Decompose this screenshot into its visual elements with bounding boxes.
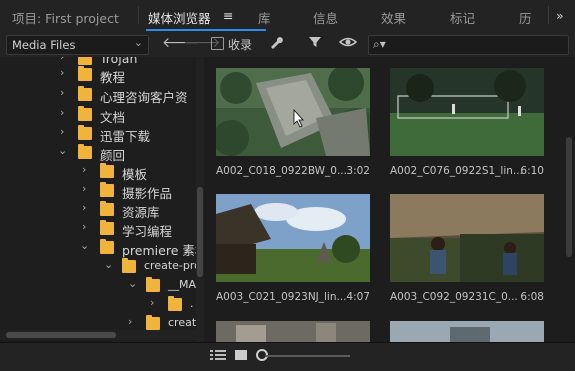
tab-markers[interactable]: 标记 (450, 8, 475, 27)
chevron-down-icon[interactable]: ⌄ (128, 277, 137, 290)
collect-checkbox[interactable] (211, 37, 224, 50)
icon-view-icon[interactable] (234, 349, 248, 364)
chevron-down-icon[interactable]: ⌄ (104, 258, 113, 271)
chevron-right-icon[interactable]: › (60, 86, 64, 99)
tab-effects[interactable]: 效果 (381, 8, 406, 27)
clip-duration: 4:07 (346, 291, 370, 303)
tree-row[interactable]: ⌄ premiere 素材 (0, 238, 204, 258)
folder-icon (100, 239, 114, 254)
search-input[interactable]: ⌕▾ (368, 35, 569, 55)
filter-icon[interactable] (307, 34, 323, 54)
chevron-right-icon[interactable]: › (128, 315, 132, 328)
tree-row-label: creat (168, 316, 197, 329)
tree-row-label: 教程 (100, 70, 126, 85)
chevron-right-icon[interactable]: › (82, 220, 86, 233)
tree-row[interactable]: › 模板 (0, 162, 200, 182)
view-controls-bar (0, 342, 575, 371)
tree-row[interactable]: › 教程 (0, 65, 200, 85)
tree-row-label: 心理咨询客户资 (100, 90, 188, 105)
chevron-right-icon[interactable]: › (82, 163, 86, 176)
clip-name: A002_C076_0922S1_lin... (390, 165, 523, 177)
clip-name: A003_C021_0923NJ_lin... (216, 291, 347, 303)
media-files-dropdown[interactable]: Media Files ⌄ (6, 35, 149, 55)
folder-icon (146, 277, 160, 292)
tab-divider (548, 6, 549, 24)
folder-icon (78, 66, 92, 81)
clip-thumbnail[interactable] (390, 321, 544, 342)
eye-icon[interactable] (338, 34, 358, 54)
tree-row[interactable]: › 资源库 (0, 200, 200, 220)
tab-library[interactable]: 库 (258, 8, 271, 27)
tree-row[interactable]: ⌄ 颜回 (0, 143, 200, 163)
tree-row[interactable]: ⌄ __MA (0, 276, 200, 296)
folder-icon (78, 106, 92, 121)
clip-duration: 6:10 (520, 165, 544, 177)
folder-icon (122, 258, 136, 273)
tree-vertical-scrollbar[interactable] (196, 57, 204, 342)
zoom-slider[interactable] (265, 355, 350, 357)
chevron-right-icon[interactable]: › (82, 201, 86, 214)
tree-row[interactable]: › . (0, 295, 200, 315)
clip-thumbnail[interactable] (213, 65, 376, 156)
media-files-label: Media Files (12, 38, 76, 52)
folder-icon (100, 182, 114, 197)
search-icon: ⌕▾ (373, 37, 386, 51)
folder-icon (78, 86, 92, 101)
tab-history[interactable]: 历 (519, 8, 532, 27)
media-browser-toolbar: Media Files ⌄ 🡐 🡒 收录 ⌕▾ (0, 33, 575, 57)
folder-icon (168, 296, 182, 311)
folder-icon (100, 201, 114, 216)
folder-icon (146, 315, 160, 330)
clip-duration: 3:02 (346, 165, 370, 177)
panel-menu-icon[interactable]: ≡ (223, 8, 233, 23)
folder-tree: › Trojan › 教程 › 心理咨询客户资 › 文档 › 迅雷下载 ⌄ 颜回… (0, 57, 204, 342)
folder-icon (78, 144, 92, 159)
clip-thumbnail[interactable] (216, 321, 370, 342)
tree-row-label: create-pro (144, 259, 201, 272)
clip-thumbnail[interactable] (390, 68, 544, 156)
clip-thumbnail[interactable] (390, 194, 544, 282)
chevron-right-icon[interactable]: › (150, 296, 154, 309)
tree-row[interactable]: › 摄影作品 (0, 181, 200, 201)
chevron-right-icon[interactable]: › (82, 182, 86, 195)
clip-duration: 6:08 (520, 291, 544, 303)
tree-row[interactable]: ⌄ create-pro (0, 257, 201, 277)
tree-row-label: . (190, 297, 194, 310)
folder-icon (100, 163, 114, 178)
tree-row[interactable]: › 学习编程 (0, 219, 200, 239)
active-tab-indicator (146, 29, 266, 31)
tree-row[interactable]: › 心理咨询客户资 (0, 85, 200, 105)
chevron-right-icon[interactable]: › (60, 106, 64, 119)
scrollbar-thumb[interactable] (566, 137, 572, 257)
tree-row[interactable]: › 迅雷下载 (0, 124, 200, 144)
tab-project[interactable]: 项目: First project (12, 8, 119, 27)
clip-name: A003_C092_09231C_0... (390, 291, 518, 303)
folder-icon (78, 57, 92, 65)
chevron-right-icon[interactable]: › (60, 57, 64, 63)
grid-vertical-scrollbar[interactable] (564, 57, 574, 342)
tree-row[interactable]: › 文档 (0, 105, 200, 125)
folder-icon (100, 220, 114, 235)
tree-row-label: __MA (168, 278, 197, 291)
collect-label: 收录 (228, 38, 253, 52)
chevron-down-icon[interactable]: ⌄ (58, 144, 67, 157)
folder-icon (78, 125, 92, 140)
chevron-down-icon[interactable]: ⌄ (80, 239, 89, 252)
chevron-right-icon[interactable]: › (60, 125, 64, 138)
wrench-icon[interactable] (268, 34, 284, 54)
scrollbar-thumb[interactable] (197, 187, 203, 277)
tree-horizontal-scrollbar[interactable] (0, 330, 200, 340)
clip-thumbnail[interactable] (216, 194, 370, 282)
tab-media-browser[interactable]: 媒体浏览器 (148, 8, 211, 27)
panel-tab-bar: 项目: First project 媒体浏览器 ≡ 库 信息 效果 标记 历 » (0, 0, 575, 34)
tab-info[interactable]: 信息 (313, 8, 338, 27)
list-view-icon[interactable] (210, 349, 226, 364)
clip-name: A002_C018_0922BW_0... (216, 165, 347, 177)
clip-grid: A002_C018_0922BW_0... 3:02 A002_C076_092… (206, 57, 562, 342)
chevron-down-icon: ⌄ (133, 36, 143, 49)
scrollbar-thumb[interactable] (6, 332, 116, 338)
chevron-right-icon[interactable]: › (60, 66, 64, 79)
tab-overflow-icon[interactable]: » (556, 8, 564, 23)
tab-divider (138, 6, 139, 24)
